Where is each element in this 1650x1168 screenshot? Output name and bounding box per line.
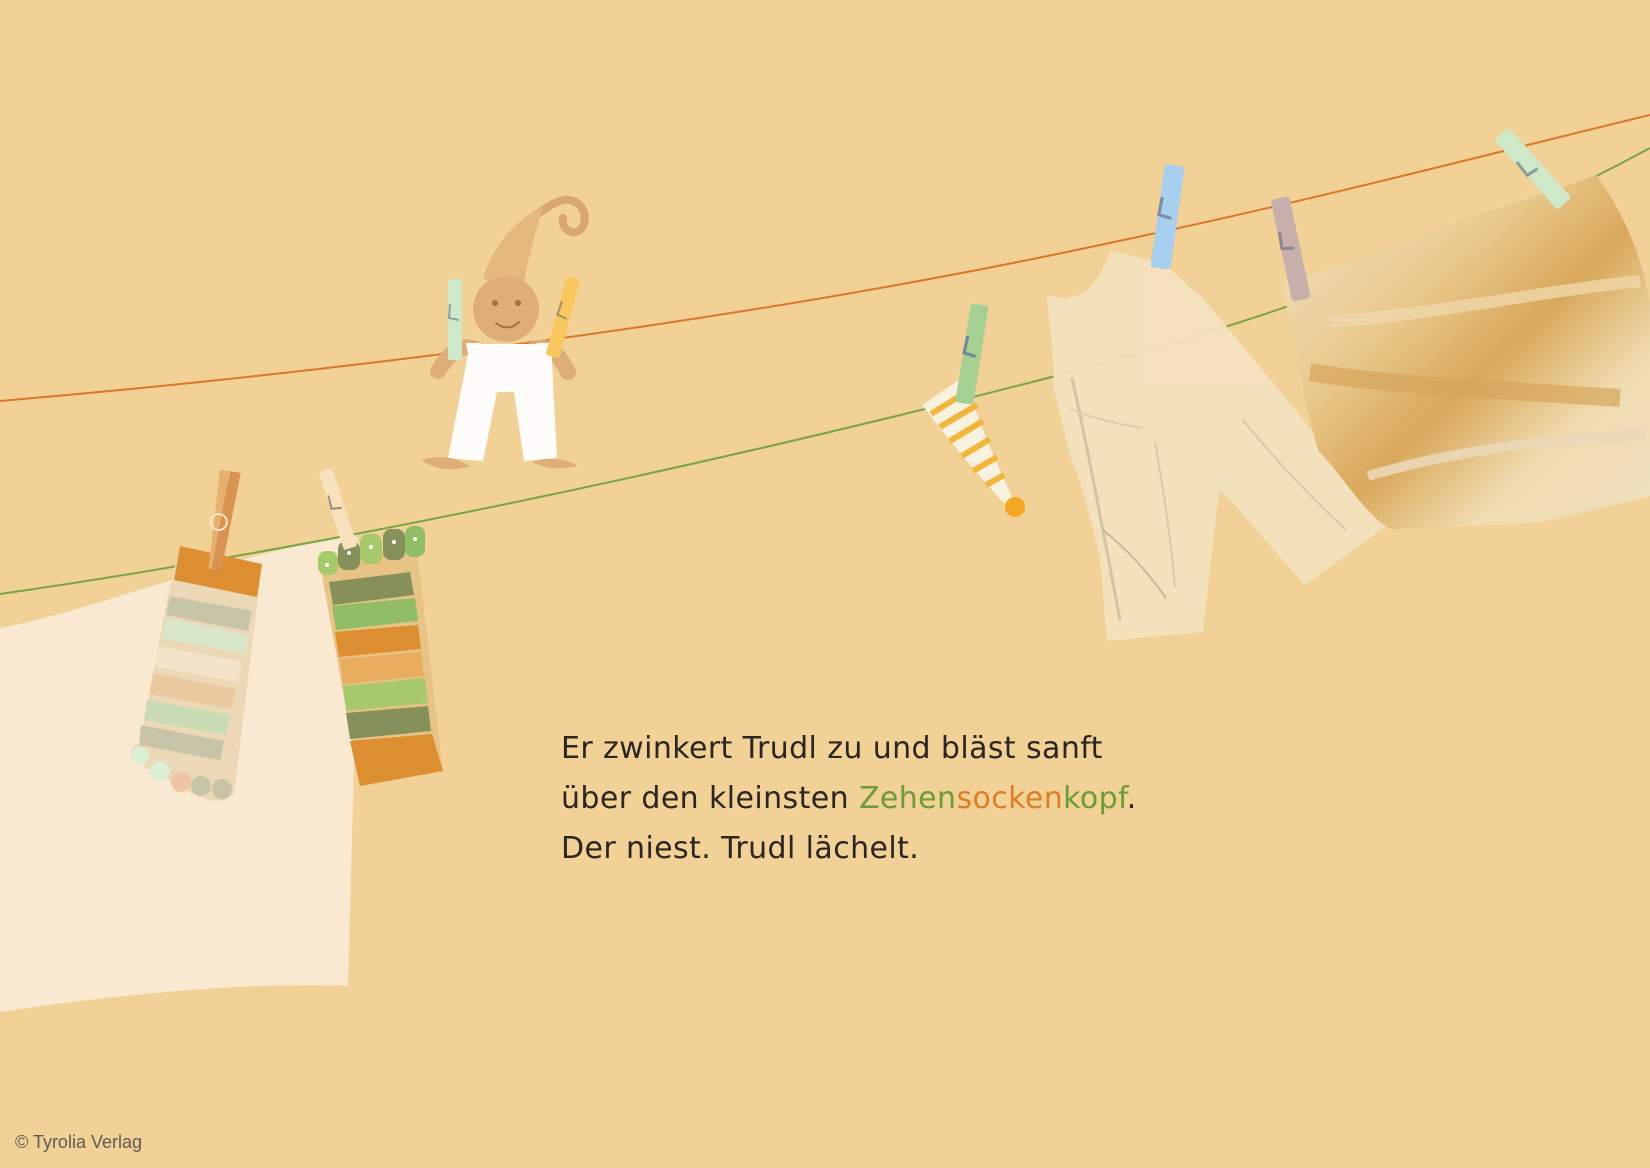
story-line-3: Der niest. Trudl lächelt. — [561, 831, 920, 866]
story-line-2-period: . — [1126, 781, 1137, 816]
copyright-notice: © Tyrolia Verlag — [15, 1132, 142, 1152]
story-line-2-prefix: über den kleinsten — [561, 781, 859, 816]
story-line-1: Er zwinkert Trudl zu und bläst sanft — [561, 731, 1103, 766]
story-line-2: über den kleinsten Zehensockenkopf. — [561, 774, 1181, 824]
clothespin-blue — [1150, 164, 1185, 270]
storybook-page: Er zwinkert Trudl zu und bläst sanft übe… — [0, 0, 1650, 1168]
compound-word-part-socken: socken — [956, 781, 1064, 816]
compound-word-part-kopf: kopf — [1063, 781, 1127, 816]
clothespin-mauve — [1271, 196, 1311, 302]
compound-word-part-zehen: Zehen — [858, 781, 957, 816]
clothespin-yellow — [546, 277, 580, 358]
clothespin-green-light — [447, 279, 462, 360]
clothespin-green — [955, 303, 989, 405]
clothesline-illustration — [0, 114, 1650, 1012]
story-text: Er zwinkert Trudl zu und bläst sanft übe… — [561, 724, 1181, 874]
